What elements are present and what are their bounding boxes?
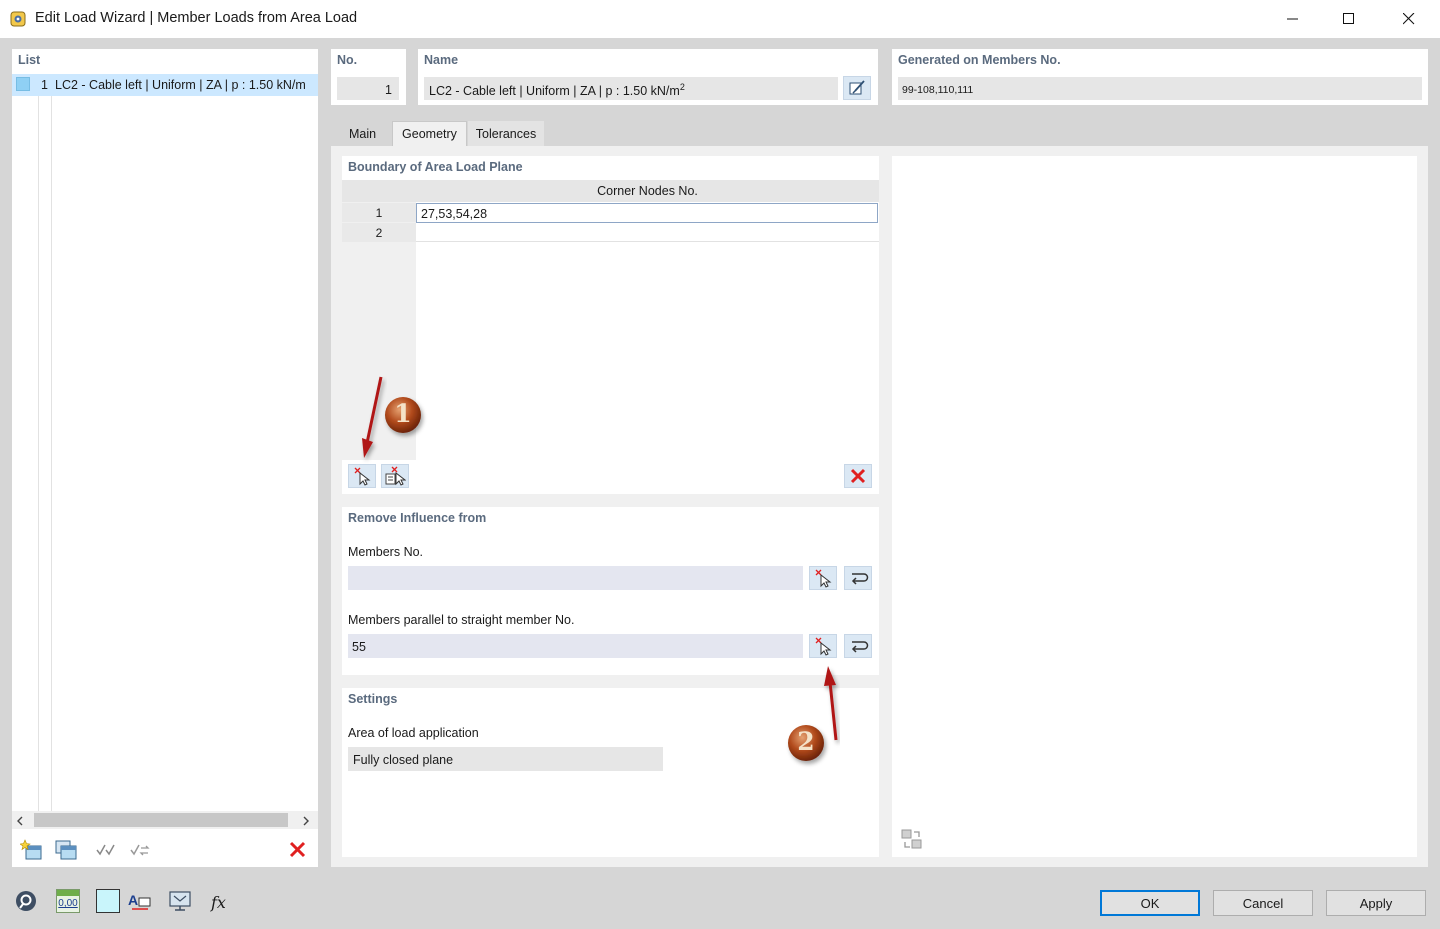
units-icon: 0,00 xyxy=(56,889,80,913)
cancel-button[interactable]: Cancel xyxy=(1213,890,1313,916)
monitor-icon xyxy=(169,891,191,911)
display-options-icon: A xyxy=(128,892,151,910)
annotation-arrow-2 xyxy=(824,666,838,741)
function-icon: fx xyxy=(210,893,226,912)
units-button[interactable]: 0,00 xyxy=(54,888,82,914)
annotation-arrow-1 xyxy=(362,376,383,458)
annotation-overlay xyxy=(362,376,838,761)
help-button[interactable] xyxy=(12,888,40,914)
svg-text:A: A xyxy=(128,892,138,908)
ok-button[interactable]: OK xyxy=(1100,890,1200,916)
color-swatch-icon xyxy=(96,889,120,913)
annotation-marker-2-label: 2 xyxy=(797,727,815,756)
color-button[interactable] xyxy=(94,888,122,914)
apply-button[interactable]: Apply xyxy=(1326,890,1426,916)
display-options-button[interactable]: A xyxy=(125,888,153,914)
formula-button[interactable]: fx xyxy=(208,888,236,914)
annotation-marker-1-label: 1 xyxy=(394,399,412,428)
view-button[interactable] xyxy=(166,888,194,914)
svg-text:fx: fx xyxy=(210,893,226,912)
help-icon xyxy=(16,891,36,911)
units-text: 0,00 xyxy=(58,898,78,909)
